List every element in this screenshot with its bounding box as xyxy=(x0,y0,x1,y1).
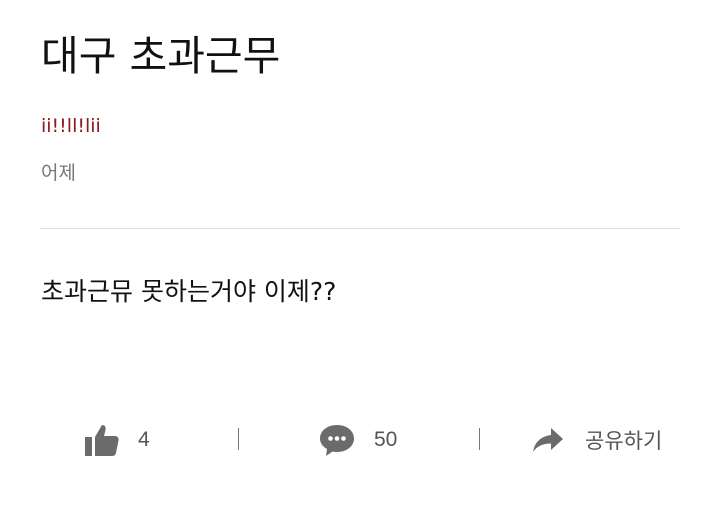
share-button[interactable]: 공유하기 xyxy=(531,418,662,462)
like-button[interactable]: 4 xyxy=(84,418,150,462)
share-label: 공유하기 xyxy=(585,429,663,453)
action-bar: 4 50 공유하기 xyxy=(0,418,720,462)
comment-count: 50 xyxy=(374,428,398,451)
share-arrow-icon xyxy=(531,425,565,455)
post-title: 대구 초과근무 xyxy=(41,32,281,80)
comment-button[interactable]: 50 xyxy=(318,418,397,462)
like-count: 4 xyxy=(138,428,150,451)
post-body: 초과근뮤 못하는거야 이제?? xyxy=(41,277,337,306)
speech-bubble-icon xyxy=(318,423,356,457)
author-name[interactable]: ii!!ll!lii xyxy=(41,114,101,138)
action-separator xyxy=(479,428,480,450)
divider xyxy=(40,228,680,229)
post-timestamp: 어제 xyxy=(41,162,76,184)
action-separator xyxy=(238,428,239,450)
thumbs-up-icon xyxy=(84,423,120,457)
